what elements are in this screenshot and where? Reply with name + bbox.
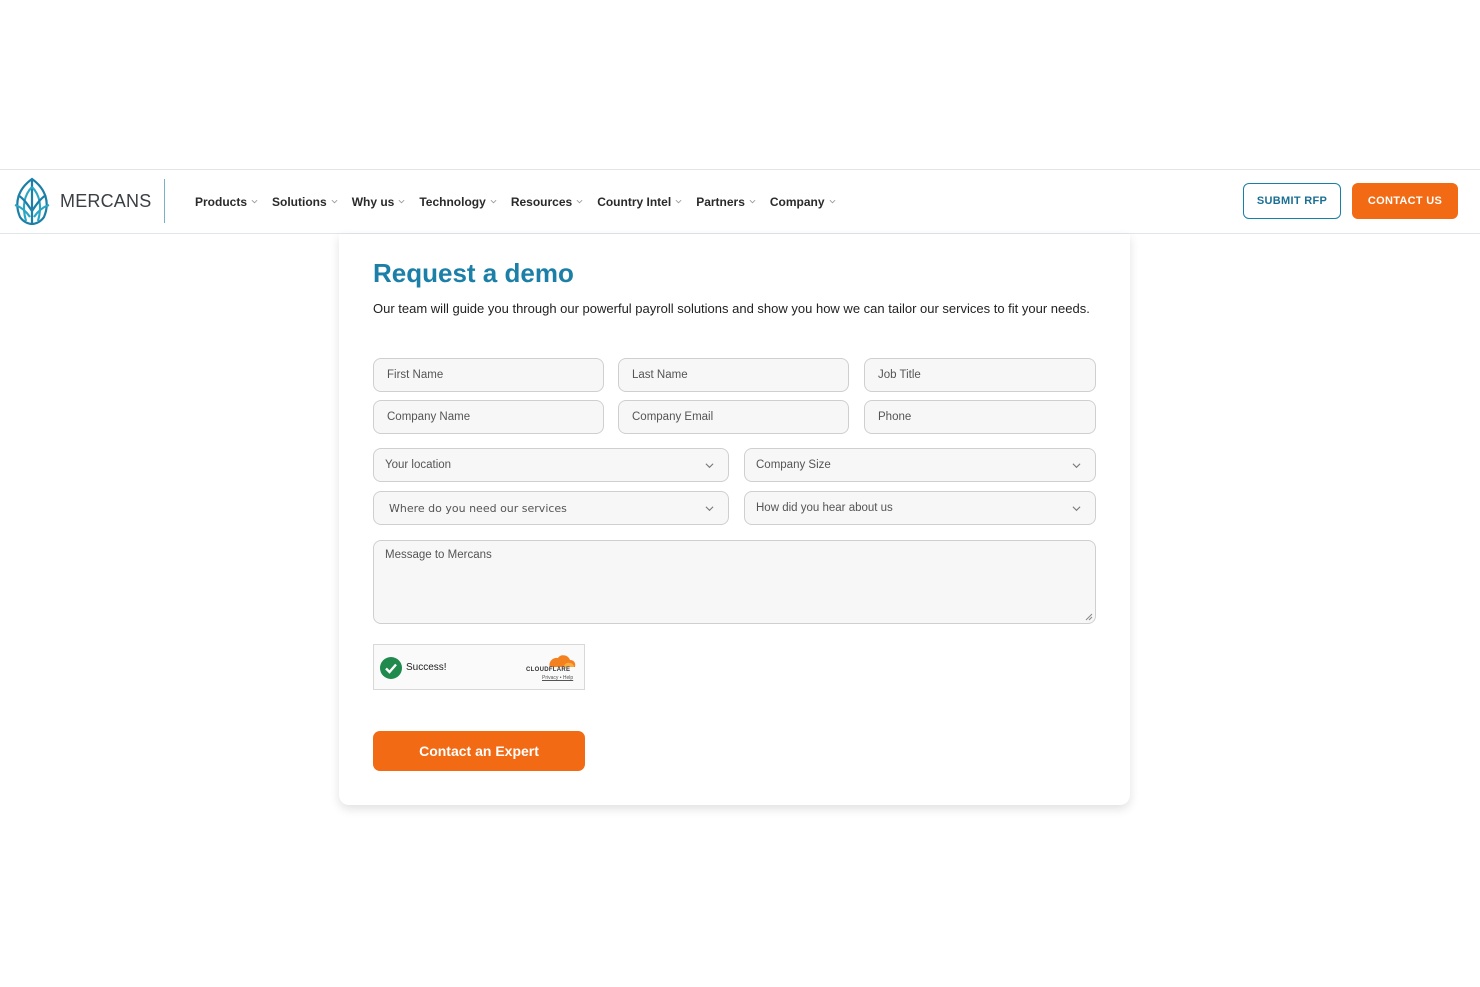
chevron-down-icon	[251, 199, 258, 204]
services-location-select[interactable]: Where do you need our services	[373, 491, 729, 525]
mercans-logo-icon	[14, 177, 50, 225]
nav-item-label: Company	[769, 194, 825, 209]
nav-item-company[interactable]: Company	[770, 195, 836, 209]
last-name-field[interactable]: Last Name	[618, 358, 849, 392]
chevron-down-icon	[1072, 463, 1081, 469]
nav-item-label: Resources	[510, 194, 573, 209]
submit-rfp-button[interactable]: SUBMIT RFP	[1243, 183, 1341, 219]
logo-divider	[164, 179, 165, 223]
chevron-down-icon	[829, 199, 836, 204]
chevron-down-icon	[675, 199, 682, 204]
form-description: Our team will guide you through our powe…	[373, 301, 1090, 316]
captcha-status: Success!	[406, 662, 447, 673]
nav-item-products[interactable]: Products	[195, 195, 258, 209]
chevron-down-icon	[705, 506, 714, 512]
contact-us-button[interactable]: CONTACT US	[1352, 183, 1458, 219]
captcha-links[interactable]: Privacy • Help	[542, 675, 573, 681]
nav-item-label: Solutions	[272, 194, 327, 209]
chevron-down-icon	[705, 463, 714, 469]
referral-select-value: How did you hear about us	[756, 502, 893, 514]
company-email-field[interactable]: Company Email	[618, 400, 849, 434]
nav-item-label: Products	[195, 194, 248, 209]
services-location-select-value: Where do you need our services	[389, 501, 567, 515]
company-name-field[interactable]: Company Name	[373, 400, 604, 434]
logo-text: MERCANS	[60, 190, 152, 211]
chevron-down-icon	[576, 199, 583, 204]
main-nav: Products Solutions Why us Technology Res…	[195, 170, 850, 233]
message-placeholder: Message to Mercans	[385, 549, 492, 561]
nav-item-label: Partners	[696, 194, 745, 209]
nav-item-resources[interactable]: Resources	[511, 195, 583, 209]
checkmark-icon	[380, 657, 402, 679]
chevron-down-icon	[749, 199, 756, 204]
mercans-logo[interactable]: MERCANS	[10, 177, 151, 225]
nav-item-label: Country Intel	[597, 194, 672, 209]
nav-item-solutions[interactable]: Solutions	[272, 195, 338, 209]
message-textarea[interactable]: Message to Mercans	[373, 540, 1096, 624]
referral-select[interactable]: How did you hear about us	[744, 491, 1096, 525]
site-header: MERCANS Products Solutions Why us Techno…	[0, 169, 1480, 234]
resize-handle-icon[interactable]	[1085, 613, 1093, 621]
chevron-down-icon	[1072, 506, 1081, 512]
first-name-field[interactable]: First Name	[373, 358, 604, 392]
chevron-down-icon	[490, 199, 497, 204]
nav-item-technology[interactable]: Technology	[419, 194, 497, 209]
nav-item-label: Why us	[351, 194, 395, 209]
nav-item-label: Technology	[419, 194, 486, 209]
location-select[interactable]: Your location	[373, 448, 729, 482]
company-size-select[interactable]: Company Size	[744, 448, 1096, 482]
nav-item-country-intel[interactable]: Country Intel	[597, 195, 682, 209]
job-title-field[interactable]: Job Title	[864, 358, 1096, 392]
contact-expert-button[interactable]: Contact an Expert	[373, 731, 585, 771]
page-title: Request a demo	[373, 258, 574, 288]
chevron-down-icon	[331, 199, 338, 204]
nav-item-partners[interactable]: Partners	[696, 195, 756, 209]
captcha-provider: CLOUDFLARE	[526, 667, 571, 673]
captcha-widget[interactable]: Success! CLOUDFLARE Privacy • Help	[373, 644, 585, 690]
nav-item-why-us[interactable]: Why us	[352, 195, 406, 209]
chevron-down-icon	[398, 199, 405, 204]
location-select-value: Your location	[385, 459, 452, 471]
phone-field[interactable]: Phone	[864, 400, 1096, 434]
company-size-select-value: Company Size	[756, 459, 831, 471]
demo-request-card: Request a demo Our team will guide you t…	[339, 234, 1130, 805]
